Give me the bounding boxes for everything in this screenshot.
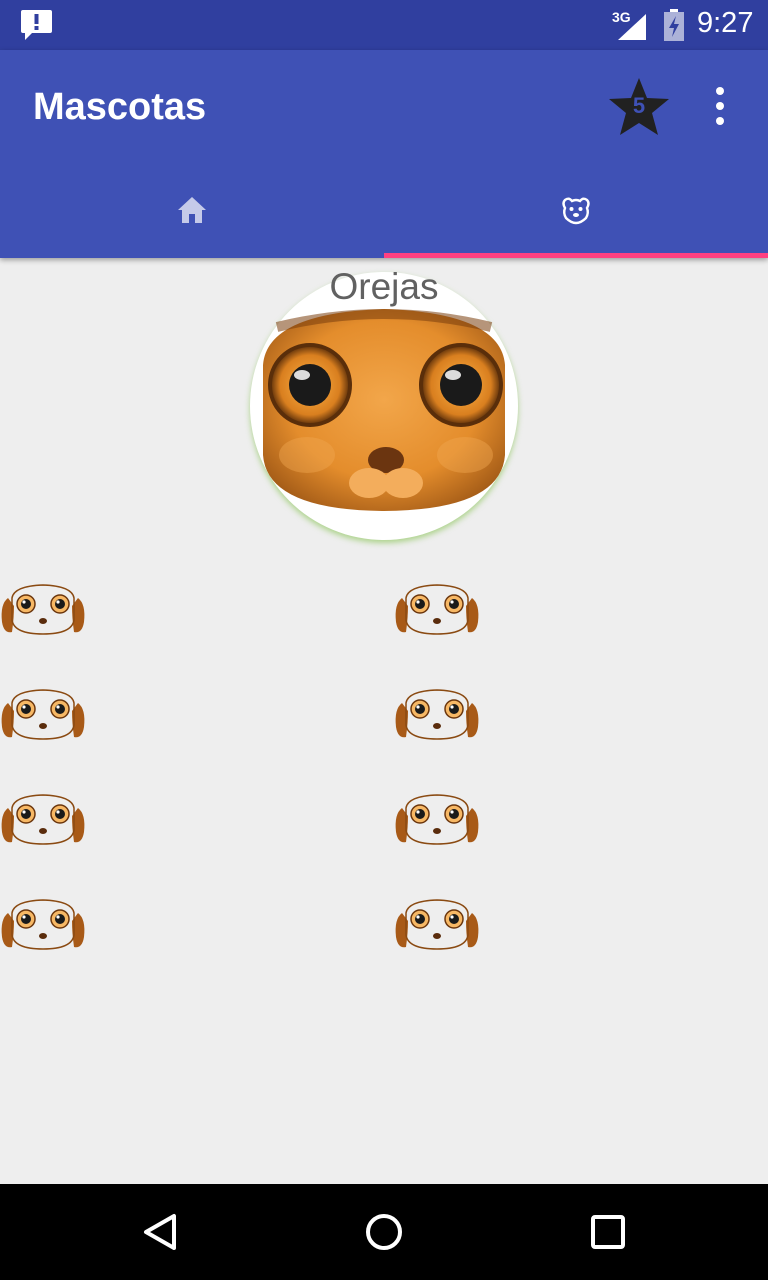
notification-alert-icon <box>21 10 52 40</box>
app-title: Mascotas <box>33 86 207 128</box>
dog-face-icon <box>1 794 85 845</box>
recents-icon[interactable] <box>584 1208 632 1256</box>
gallery-item[interactable] <box>394 584 480 636</box>
pet-profile-photo[interactable] <box>250 272 518 540</box>
gallery-item[interactable] <box>394 899 480 951</box>
content-area: Orejas <box>0 258 768 1184</box>
gallery-item[interactable] <box>0 584 86 636</box>
home-icon <box>178 197 206 223</box>
favorites-count: 5 <box>632 93 646 118</box>
screen: 3G 9:27 Mascotas 5 Orejas <box>0 0 768 1280</box>
gallery-item[interactable] <box>0 794 86 846</box>
pet-name: Orejas <box>329 266 439 307</box>
dog-face-icon <box>395 689 479 740</box>
battery-charging-icon <box>664 9 684 41</box>
navigation-bar <box>0 1184 768 1280</box>
dog-face-icon <box>1 689 85 740</box>
dog-face-icon <box>395 584 479 635</box>
dog-face-icon <box>395 899 479 950</box>
overflow-menu-button[interactable] <box>702 86 738 126</box>
dog-face-icon <box>1 899 85 950</box>
tab-indicator <box>384 253 768 258</box>
dog-face-photo <box>263 309 505 511</box>
gallery-item[interactable] <box>394 689 480 741</box>
app-bar: Mascotas 5 <box>0 50 768 258</box>
gallery-item[interactable] <box>0 689 86 741</box>
status-bar: 3G 9:27 <box>0 0 768 50</box>
signal-icon <box>618 14 646 40</box>
favorites-button[interactable]: 5 <box>606 76 672 138</box>
tab-home[interactable] <box>0 166 384 258</box>
home-circle-icon[interactable] <box>360 1208 408 1256</box>
dog-face-icon <box>1 584 85 635</box>
clock: 9:27 <box>697 7 754 39</box>
gallery-item[interactable] <box>394 794 480 846</box>
dog-face-icon <box>395 794 479 845</box>
back-icon[interactable] <box>136 1208 184 1256</box>
more-vert-icon <box>716 87 724 125</box>
gallery-item[interactable] <box>0 899 86 951</box>
tab-pet[interactable] <box>384 166 768 258</box>
dog-face-icon <box>562 197 590 225</box>
